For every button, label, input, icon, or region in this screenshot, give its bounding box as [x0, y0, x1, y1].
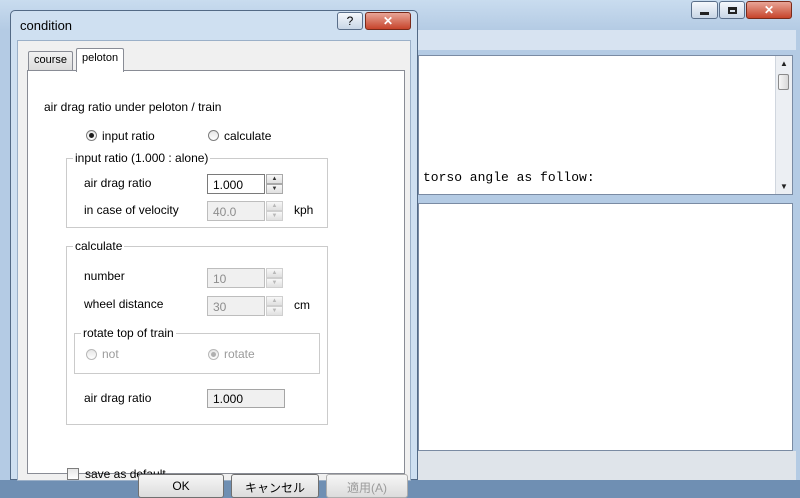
rotate-top-group-title: rotate top of train	[81, 326, 176, 340]
spinner-up-icon[interactable]: ▲	[266, 268, 283, 278]
apply-button[interactable]: 適用(A)	[326, 474, 408, 498]
minimize-button[interactable]	[691, 1, 718, 19]
dialog-body: course peloton air drag ratio under pelo…	[17, 40, 411, 498]
rotate-top-group: rotate top of train not rotate	[74, 326, 320, 374]
spinner-up-icon[interactable]: ▲	[266, 296, 283, 306]
air-drag-ratio-input[interactable]: 1.000	[207, 174, 265, 194]
vertical-scrollbar[interactable]: ▲ ▼	[775, 56, 792, 194]
close-button[interactable]: ✕	[746, 1, 792, 19]
spinner-up-icon[interactable]: ▲	[266, 201, 283, 211]
wheel-distance-label: wheel distance	[84, 297, 164, 311]
calculate-group-title: calculate	[73, 239, 125, 253]
dialog-title: condition	[20, 18, 73, 33]
section-heading: air drag ratio under peloton / train	[44, 100, 222, 114]
close-icon: ✕	[382, 14, 394, 28]
calc-air-drag-ratio-label: air drag ratio	[84, 391, 152, 405]
spinner-down-icon[interactable]: ▼	[266, 184, 283, 194]
spinner-down-icon[interactable]: ▼	[266, 306, 283, 316]
velocity-label: in case of velocity	[84, 203, 179, 217]
radio-rotate-label[interactable]: rotate	[224, 347, 255, 361]
scroll-thumb[interactable]	[778, 74, 789, 90]
radio-input-ratio[interactable]	[86, 130, 97, 141]
dialog-close-button[interactable]: ✕	[365, 12, 411, 30]
number-label: number	[84, 269, 125, 283]
menu-bar	[418, 30, 796, 50]
input-ratio-group-title: input ratio (1.000 : alone)	[73, 151, 211, 165]
spinner-up-icon[interactable]: ▲	[266, 174, 283, 184]
output-text-line: torso angle as follow:	[423, 170, 595, 185]
background-status-area	[418, 451, 796, 480]
number-input[interactable]: 10	[207, 268, 265, 288]
spinner-down-icon[interactable]: ▼	[266, 211, 283, 221]
maximize-button[interactable]	[719, 1, 745, 19]
radio-calculate-label[interactable]: calculate	[224, 129, 271, 143]
radio-not-label[interactable]: not	[102, 347, 119, 361]
save-default-checkbox[interactable]	[67, 468, 79, 480]
calculate-group: calculate number 10 ▲ ▼ wheel distance 30…	[66, 239, 328, 425]
input-ratio-group: input ratio (1.000 : alone) air drag rat…	[66, 151, 328, 228]
wheel-distance-input[interactable]: 30	[207, 296, 265, 316]
peloton-tab-panel: air drag ratio under peloton / train inp…	[27, 70, 405, 481]
radio-calculate[interactable]	[208, 130, 219, 141]
wheel-distance-unit: cm	[294, 298, 310, 312]
scroll-up-icon[interactable]: ▲	[780, 59, 788, 68]
output-pane-top[interactable]: torso angle as follow: ▲ ▼	[418, 55, 793, 195]
air-drag-ratio-label: air drag ratio	[84, 176, 152, 190]
minimize-icon	[700, 11, 709, 15]
ok-button[interactable]: OK	[138, 474, 224, 498]
spinner-down-icon[interactable]: ▼	[266, 278, 283, 288]
radio-input-ratio-label[interactable]: input ratio	[102, 129, 155, 143]
condition-dialog: condition ? ✕ course peloton air drag ra…	[10, 10, 418, 498]
velocity-input[interactable]: 40.0	[207, 201, 265, 221]
close-icon: ✕	[763, 3, 775, 17]
tab-course[interactable]: course	[28, 51, 74, 70]
cancel-button[interactable]: キャンセル	[231, 474, 319, 498]
radio-rotate[interactable]	[208, 349, 219, 360]
tab-peloton[interactable]: peloton	[76, 48, 125, 72]
help-button[interactable]: ?	[337, 12, 363, 30]
calc-air-drag-ratio-value: 1.000	[207, 389, 285, 408]
velocity-unit: kph	[294, 203, 314, 217]
scroll-down-icon[interactable]: ▼	[780, 182, 788, 191]
output-pane-bottom[interactable]	[418, 203, 793, 451]
radio-not[interactable]	[86, 349, 97, 360]
maximize-icon	[727, 6, 737, 14]
